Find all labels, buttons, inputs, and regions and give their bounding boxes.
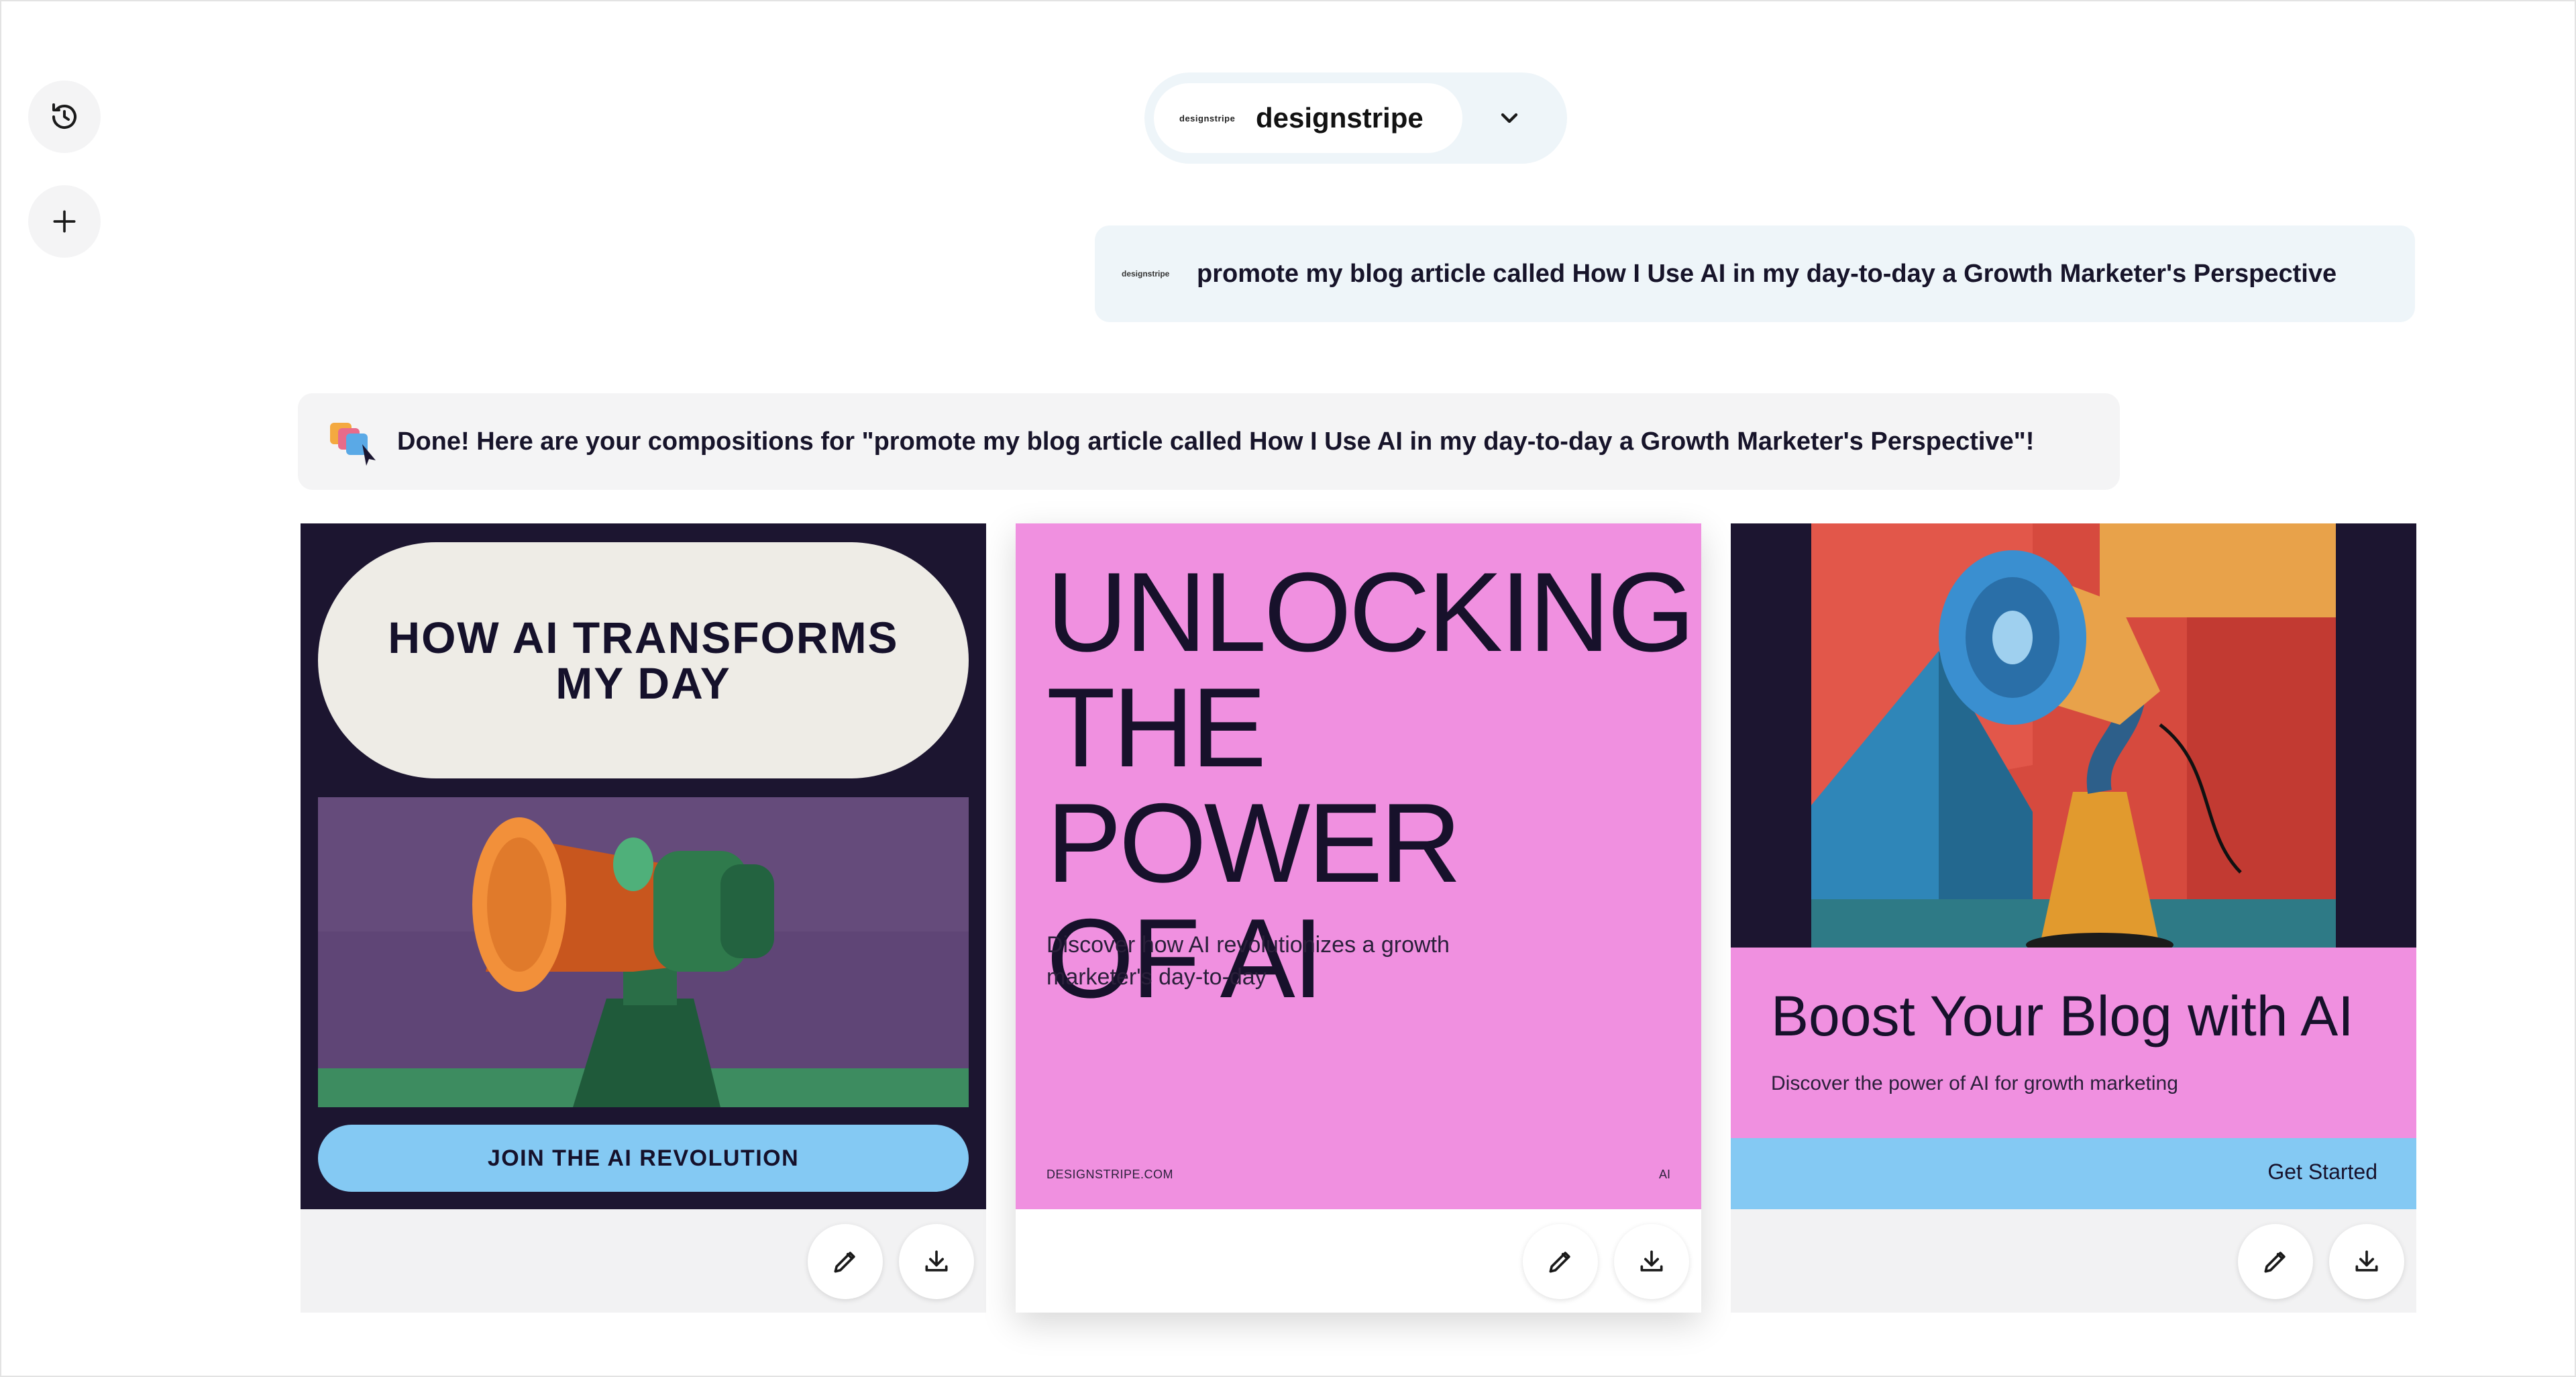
composition-cta: JOIN THE AI REVOLUTION [318, 1125, 969, 1192]
composition-headline: Boost Your Blog with AI [1771, 984, 2354, 1048]
headline-line-2: THE POWER [1046, 664, 1462, 906]
plus-icon [53, 210, 76, 233]
download-button[interactable] [2329, 1224, 2404, 1299]
assistant-message: Done! Here are your compositions for "pr… [298, 393, 2120, 490]
history-icon [52, 103, 76, 129]
download-icon [925, 1250, 948, 1272]
pencil-icon [2264, 1252, 2286, 1273]
composition-preview-3[interactable]: Boost Your Blog with AI Discover the pow… [1731, 523, 2416, 1209]
download-icon [2355, 1250, 2378, 1272]
history-button[interactable] [28, 81, 101, 153]
composition-subtext: Discover how AI revolutionizes a growth … [1046, 932, 1450, 990]
composition-card-3[interactable]: Boost Your Blog with AI Discover the pow… [1731, 523, 2416, 1313]
headline-pill: HOW AI TRANSFORMS MY DAY [318, 542, 969, 778]
composition-preview-2[interactable]: UNLOCKING THE POWER OF AI Discover how A… [1016, 523, 1701, 1209]
composition-card-2[interactable]: UNLOCKING THE POWER OF AI Discover how A… [1016, 523, 1701, 1313]
brand-selector[interactable]: designstripe designstripe [1144, 72, 1567, 164]
new-chat-button[interactable] [28, 185, 101, 258]
headline-line-1: UNLOCKING [1046, 549, 1695, 675]
user-avatar-logo: designstripe [1122, 269, 1170, 278]
user-message: designstripe promote my blog article cal… [1095, 225, 2415, 322]
composition-footer-url: DESIGNSTRIPE.COM [1046, 1168, 1174, 1181]
composition-card-1[interactable]: HOW AI TRANSFORMS MY DAY JOIN THE AI REV… [301, 523, 986, 1313]
brand-selected[interactable]: designstripe designstripe [1154, 83, 1462, 153]
brand-logo: designstripe [1179, 113, 1236, 123]
download-icon [1640, 1250, 1663, 1272]
pencil-icon [834, 1252, 855, 1273]
edit-button[interactable] [808, 1224, 883, 1299]
edit-button[interactable] [2238, 1224, 2313, 1299]
assistant-logo-icon [330, 423, 376, 466]
composition-subtext: Discover the power of AI for growth mark… [1771, 1072, 2178, 1094]
pencil-icon [1549, 1252, 1570, 1273]
brand-dropdown-toggle[interactable] [1488, 97, 1531, 140]
composition-headline: HOW AI TRANSFORMS MY DAY [388, 613, 899, 708]
composition-preview-1[interactable]: HOW AI TRANSFORMS MY DAY JOIN THE AI REV… [301, 523, 986, 1209]
download-button[interactable] [1614, 1224, 1689, 1299]
chevron-down-icon [1501, 113, 1518, 123]
user-message-text: promote my blog article called How I Use… [1197, 259, 2337, 288]
download-button[interactable] [899, 1224, 974, 1299]
megaphone-image [1811, 523, 2336, 948]
composition-cta: Get Started [2267, 1160, 2377, 1184]
brand-name: designstripe [1256, 102, 1424, 134]
megaphone-image [318, 797, 969, 1107]
assistant-message-text: Done! Here are your compositions for "pr… [397, 427, 2035, 456]
composition-footer-tag: AI [1658, 1168, 1670, 1181]
edit-button[interactable] [1523, 1224, 1598, 1299]
